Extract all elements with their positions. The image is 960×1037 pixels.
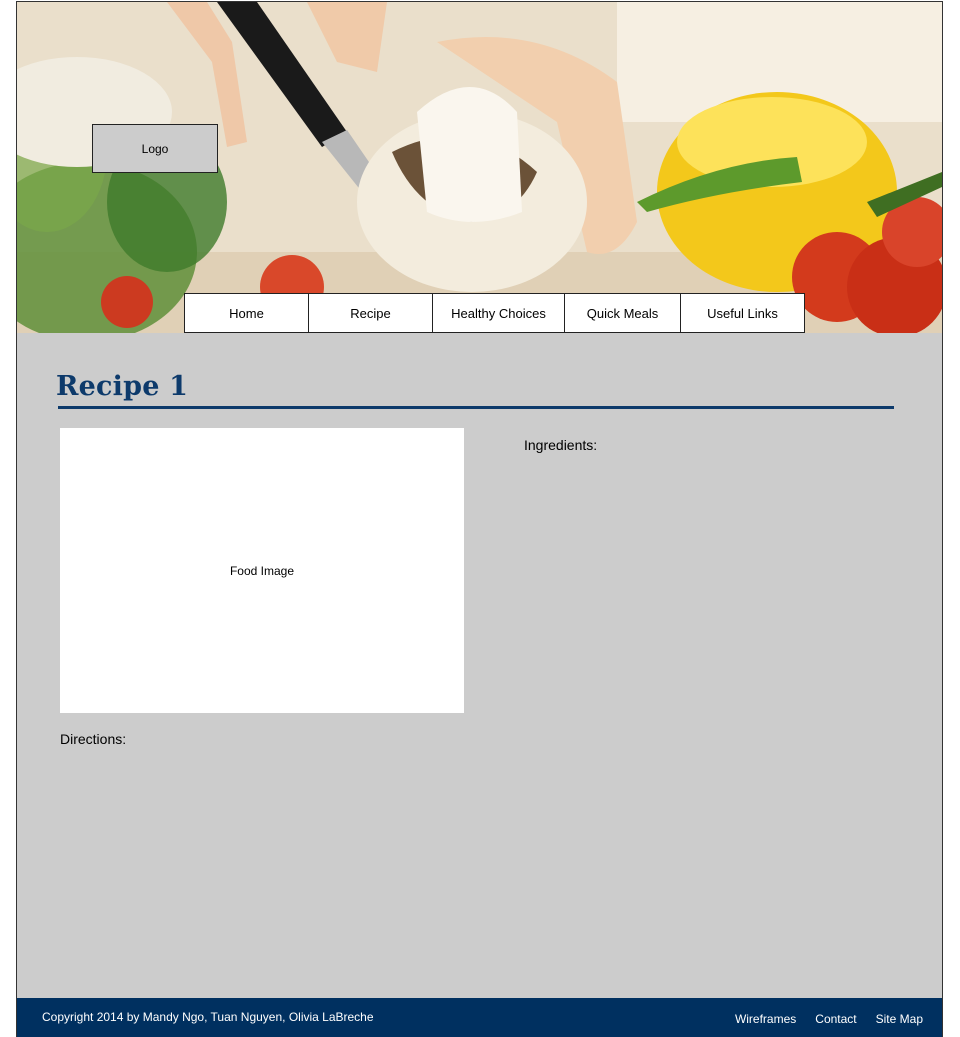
nav-item-healthy-choices[interactable]: Healthy Choices (432, 293, 565, 333)
nav-item-label: Useful Links (707, 305, 778, 321)
title-divider (58, 406, 894, 409)
header-hero-image: Logo (17, 2, 942, 333)
food-image-label: Food Image (229, 563, 295, 578)
nav-item-label: Quick Meals (586, 305, 659, 321)
nav-item-home[interactable]: Home (184, 293, 309, 333)
logo-text: Logo (141, 141, 169, 156)
ingredients-heading: Ingredients: (524, 437, 598, 453)
copyright-text: Copyright 2014 by Mandy Ngo, Tuan Nguyen… (42, 1010, 374, 1024)
nav-item-quick-meals[interactable]: Quick Meals (564, 293, 681, 333)
content-area: Recipe 1 Food Image Ingredients: Directi… (17, 333, 942, 998)
food-image-placeholder: Food Image (60, 428, 464, 713)
footer-link-site-map[interactable]: Site Map (876, 1012, 923, 1026)
footer-link-contact[interactable]: Contact (815, 1012, 856, 1026)
nav-item-recipe[interactable]: Recipe (308, 293, 433, 333)
page-title: Recipe 1 (56, 371, 189, 402)
footer: Copyright 2014 by Mandy Ngo, Tuan Nguyen… (17, 998, 942, 1037)
nav-item-label: Recipe (350, 305, 391, 321)
footer-links: Wireframes Contact Site Map (735, 1012, 923, 1026)
nav-item-label: Home (229, 305, 264, 321)
main-nav: Home Recipe Healthy Choices Quick Meals … (184, 293, 805, 333)
nav-item-useful-links[interactable]: Useful Links (680, 293, 805, 333)
directions-heading: Directions: (60, 731, 127, 747)
nav-item-label: Healthy Choices (451, 305, 546, 321)
footer-link-wireframes[interactable]: Wireframes (735, 1012, 796, 1026)
logo[interactable]: Logo (92, 124, 218, 173)
